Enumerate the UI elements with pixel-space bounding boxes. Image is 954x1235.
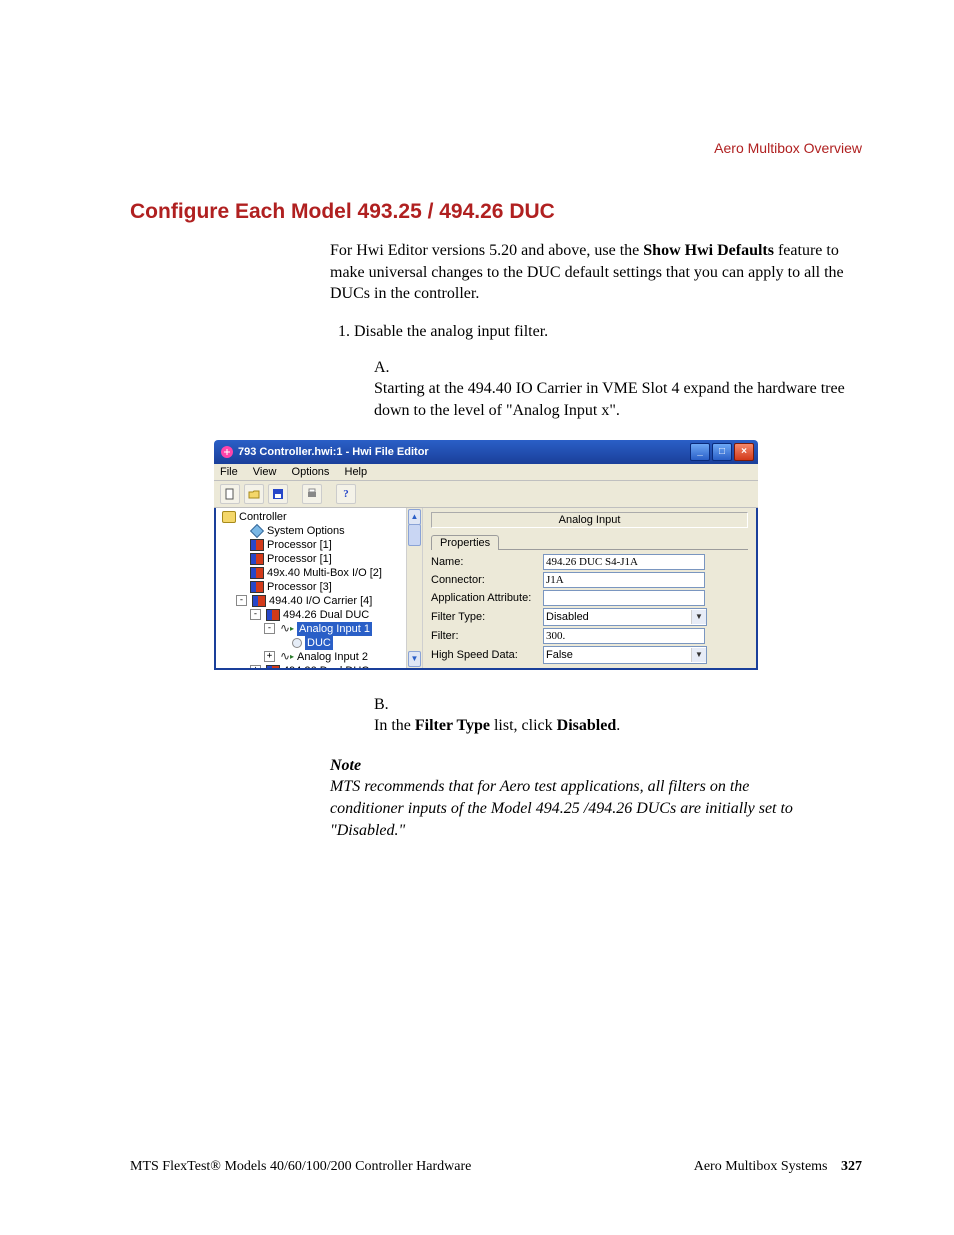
intro-pre: For Hwi Editor versions 5.20 and above, … xyxy=(330,242,643,259)
tree-system-options[interactable]: System Options xyxy=(267,524,345,538)
card-icon xyxy=(266,609,280,621)
tree-duc-node[interactable]: DUC xyxy=(305,636,333,650)
card-icon xyxy=(250,553,264,565)
step-1a-letter: A. xyxy=(374,357,402,379)
card-icon xyxy=(250,581,264,593)
tree-multibox-io[interactable]: 49x.40 Multi-Box I/O [2] xyxy=(267,566,382,580)
save-icon[interactable] xyxy=(268,484,288,504)
tree-analog-input-2[interactable]: Analog Input 2 xyxy=(297,650,368,664)
app-icon xyxy=(220,445,234,459)
card-icon xyxy=(250,539,264,551)
menu-bar[interactable]: File View Options Help xyxy=(214,464,758,481)
analog-input-icon xyxy=(280,652,294,662)
menu-help[interactable]: Help xyxy=(345,466,368,478)
intro-bold: Show Hwi Defaults xyxy=(643,242,774,259)
expander-minus-icon[interactable]: - xyxy=(250,609,261,620)
section-title: Configure Each Model 493.25 / 494.26 DUC xyxy=(130,200,864,224)
diamond-icon xyxy=(250,523,264,537)
tree-duc-2[interactable]: 494.26 Dual DUC xyxy=(283,664,369,668)
controller-icon xyxy=(222,511,236,523)
properties-panel: Analog Input Properties Name: Connector:… xyxy=(423,508,756,668)
footer-left: MTS FlexTest® Models 40/60/100/200 Contr… xyxy=(130,1159,471,1175)
scroll-up-icon[interactable]: ▲ xyxy=(408,509,421,525)
label-filter-type: Filter Type: xyxy=(431,611,543,623)
minimize-button[interactable]: _ xyxy=(690,443,710,461)
duc-dot-icon xyxy=(292,638,302,648)
input-name[interactable] xyxy=(543,554,705,570)
step-1b-letter: B. xyxy=(374,694,402,716)
maximize-button[interactable]: □ xyxy=(712,443,732,461)
hardware-tree-panel[interactable]: Controller System Options Processor [1] … xyxy=(216,508,423,668)
combo-filter-type[interactable]: Disabled ▼ xyxy=(543,608,707,626)
label-high-speed-data: High Speed Data: xyxy=(431,649,543,661)
card-icon xyxy=(250,567,264,579)
tree-controller[interactable]: Controller xyxy=(239,510,287,524)
expander-plus-icon[interactable]: + xyxy=(264,651,275,662)
analog-input-icon xyxy=(280,624,294,634)
step-1b-text: In the Filter Type list, click Disabled. xyxy=(374,715,854,737)
tree-scrollbar[interactable]: ▲ ▼ xyxy=(406,508,422,668)
input-connector[interactable] xyxy=(543,572,705,588)
combo-high-speed-data[interactable]: False ▼ xyxy=(543,646,707,664)
header-section-label: Aero Multibox Overview xyxy=(714,140,862,156)
close-button[interactable]: × xyxy=(734,443,754,461)
note-text: MTS recommends that for Aero test applic… xyxy=(330,776,810,841)
chevron-down-icon[interactable]: ▼ xyxy=(691,648,706,662)
note-label: Note xyxy=(330,755,390,777)
page-footer: MTS FlexTest® Models 40/60/100/200 Contr… xyxy=(130,1159,862,1175)
tree-analog-input-1[interactable]: Analog Input 1 xyxy=(297,622,372,636)
expander-minus-icon[interactable]: - xyxy=(236,595,247,606)
tree-processor-3[interactable]: Processor [3] xyxy=(267,580,332,594)
step-1a: A. Starting at the 494.40 IO Carrier in … xyxy=(374,357,864,422)
step-1: Disable the analog input filter. xyxy=(354,323,864,341)
intro-paragraph: For Hwi Editor versions 5.20 and above, … xyxy=(330,240,864,305)
input-filter[interactable] xyxy=(543,628,705,644)
window-title: 793 Controller.hwi:1 - Hwi File Editor xyxy=(238,446,429,458)
tree-processor-1[interactable]: Processor [1] xyxy=(267,538,332,552)
menu-view[interactable]: View xyxy=(253,466,277,478)
step-1a-text: Starting at the 494.40 IO Carrier in VME… xyxy=(374,378,854,421)
hwi-editor-window: 793 Controller.hwi:1 - Hwi File Editor _… xyxy=(214,440,758,670)
card-icon xyxy=(252,595,266,607)
input-app-attribute[interactable] xyxy=(543,590,705,606)
toolbar: ? xyxy=(214,481,758,508)
menu-file[interactable]: File xyxy=(220,466,238,478)
expander-minus-icon[interactable]: - xyxy=(264,623,275,634)
label-connector: Connector: xyxy=(431,574,543,586)
tab-properties[interactable]: Properties xyxy=(431,535,499,550)
note-block: Note MTS recommends that for Aero test a… xyxy=(330,755,864,841)
chevron-down-icon[interactable]: ▼ xyxy=(691,610,706,624)
properties-panel-title: Analog Input xyxy=(431,512,748,528)
tree-processor-1b[interactable]: Processor [1] xyxy=(267,552,332,566)
window-titlebar[interactable]: 793 Controller.hwi:1 - Hwi File Editor _… xyxy=(214,440,758,464)
expander-plus-icon[interactable]: + xyxy=(250,665,261,668)
footer-page-number: 327 xyxy=(841,1159,862,1174)
combo-filter-type-value: Disabled xyxy=(546,611,589,623)
tree-duc-1[interactable]: 494.26 Dual DUC xyxy=(283,608,369,622)
card-icon xyxy=(266,665,280,668)
menu-options[interactable]: Options xyxy=(292,466,330,478)
tree-io-carrier-4[interactable]: 494.40 I/O Carrier [4] xyxy=(269,594,372,608)
label-name: Name: xyxy=(431,556,543,568)
open-icon[interactable] xyxy=(244,484,264,504)
footer-right-text: Aero Multibox Systems xyxy=(694,1159,828,1174)
print-icon[interactable] xyxy=(302,484,322,504)
label-filter: Filter: xyxy=(431,630,543,642)
scroll-down-icon[interactable]: ▼ xyxy=(408,651,421,667)
help-icon[interactable]: ? xyxy=(336,484,356,504)
step-1b: B. In the Filter Type list, click Disabl… xyxy=(374,694,864,737)
label-app-attribute: Application Attribute: xyxy=(431,592,543,604)
scroll-thumb[interactable] xyxy=(408,524,421,546)
new-icon[interactable] xyxy=(220,484,240,504)
combo-hsd-value: False xyxy=(546,649,573,661)
